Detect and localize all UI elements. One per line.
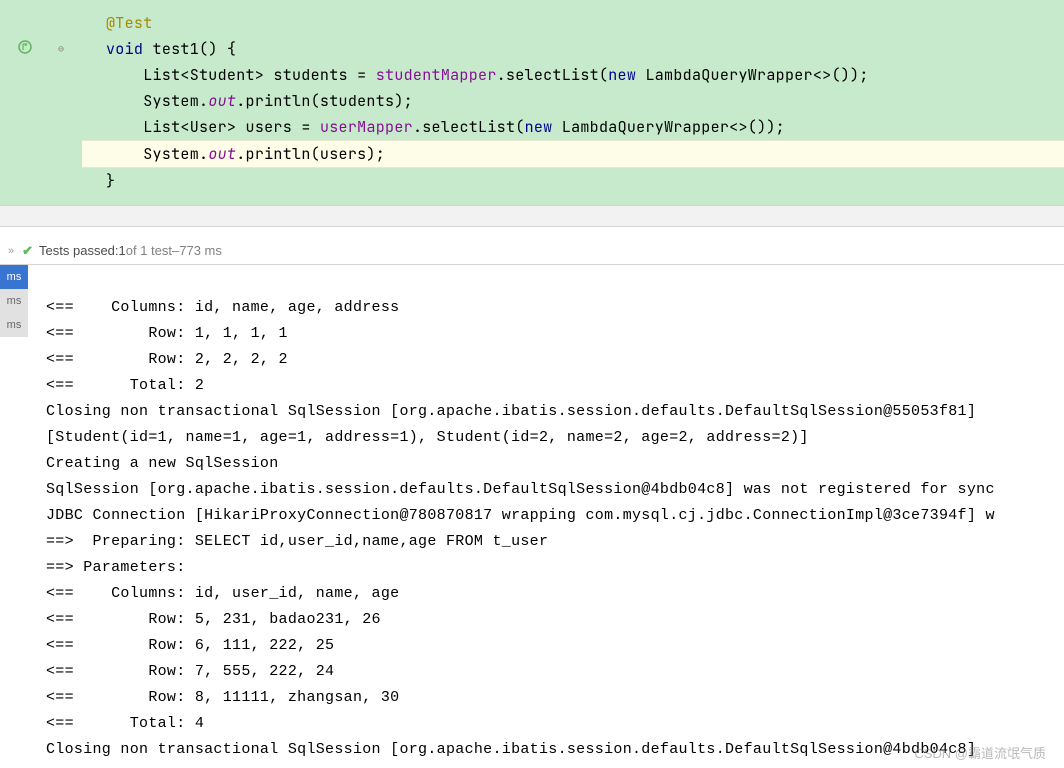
fold-marker-icon[interactable]: ⊖ xyxy=(58,42,70,54)
code-area[interactable]: @Test void test1() { List<Student> stude… xyxy=(82,0,1064,194)
console-line: <== Row: 5, 231, badao231, 26 xyxy=(46,611,381,628)
console-line: ==> Parameters: xyxy=(46,559,195,576)
console-line: Closing non transactional SqlSession [or… xyxy=(46,403,976,420)
console-gutter: ms ms ms xyxy=(0,265,28,768)
editor-gutter: ⊖ xyxy=(0,0,82,205)
code-text: List<User> xyxy=(106,117,246,137)
status-prefix: Tests passed: xyxy=(39,243,119,258)
timing-badge[interactable]: ms xyxy=(0,265,28,289)
console-line: <== Columns: id, name, age, address xyxy=(46,299,399,316)
keyword-new: new xyxy=(525,117,562,137)
console-line: JDBC Connection [HikariProxyConnection@7… xyxy=(46,507,995,524)
code-text: LambdaQueryWrapper<>()); xyxy=(645,65,868,85)
console-output[interactable]: <== Columns: id, name, age, address <== … xyxy=(28,265,1064,768)
check-icon: ✔ xyxy=(22,243,33,259)
field-ref: studentMapper xyxy=(376,65,497,85)
timing-badge[interactable]: ms xyxy=(0,289,28,313)
code-text: System. xyxy=(106,144,208,164)
variable: users xyxy=(246,117,293,137)
code-text: = xyxy=(348,65,376,85)
code-text: .selectList( xyxy=(497,65,609,85)
code-text: LambdaQueryWrapper<>()); xyxy=(562,117,785,137)
code-text: .selectList( xyxy=(413,117,525,137)
status-mid: of 1 test xyxy=(126,243,172,258)
code-text: = xyxy=(292,117,320,137)
console-line: <== Row: 1, 1, 1, 1 xyxy=(46,325,288,342)
console-line: ==> Preparing: SELECT id,user_id,name,ag… xyxy=(46,533,548,550)
field-ref: userMapper xyxy=(320,117,413,137)
recursive-icon[interactable] xyxy=(18,40,32,54)
expand-chevron-icon[interactable]: » xyxy=(8,245,14,257)
console-line: <== Row: 7, 555, 222, 24 xyxy=(46,663,334,680)
code-text: .println(students); xyxy=(236,91,413,111)
spacer xyxy=(0,227,1064,237)
status-dash: – xyxy=(172,243,179,258)
console-pane: ms ms ms <== Columns: id, name, age, add… xyxy=(0,265,1064,768)
console-line: Closing non transactional SqlSession [or… xyxy=(46,741,976,758)
console-line: <== Row: 6, 111, 222, 25 xyxy=(46,637,334,654)
code-editor[interactable]: ⊖ @Test void test1() { List<Student> stu… xyxy=(0,0,1064,205)
console-line: Creating a new SqlSession xyxy=(46,455,279,472)
code-text: .println(users); xyxy=(236,144,385,164)
console-line: <== Total: 4 xyxy=(46,715,204,732)
field-out: out xyxy=(208,144,236,164)
divider-bar xyxy=(0,205,1064,227)
console-line: <== Columns: id, user_id, name, age xyxy=(46,585,399,602)
keyword-void: void xyxy=(106,39,153,59)
console-line: [Student(id=1, name=1, age=1, address=1)… xyxy=(46,429,809,446)
console-line: <== Row: 2, 2, 2, 2 xyxy=(46,351,288,368)
keyword-new: new xyxy=(608,65,645,85)
code-text: () { xyxy=(199,39,236,59)
status-time: 773 ms xyxy=(179,243,222,258)
console-line: <== Row: 8, 11111, zhangsan, 30 xyxy=(46,689,399,706)
variable: students xyxy=(273,65,347,85)
console-line: <== Total: 2 xyxy=(46,377,204,394)
code-text: List<Student> xyxy=(106,65,273,85)
console-line: SqlSession [org.apache.ibatis.session.de… xyxy=(46,481,995,498)
test-status-bar: » ✔ Tests passed: 1 of 1 test – 773 ms xyxy=(0,237,1064,265)
annotation: @Test xyxy=(106,13,153,33)
timing-badge[interactable]: ms xyxy=(0,313,28,337)
field-out: out xyxy=(208,91,236,111)
code-text: System. xyxy=(106,91,208,111)
code-text: } xyxy=(106,171,115,191)
tests-passed-count: 1 xyxy=(119,243,126,258)
method-name: test1 xyxy=(153,39,200,59)
